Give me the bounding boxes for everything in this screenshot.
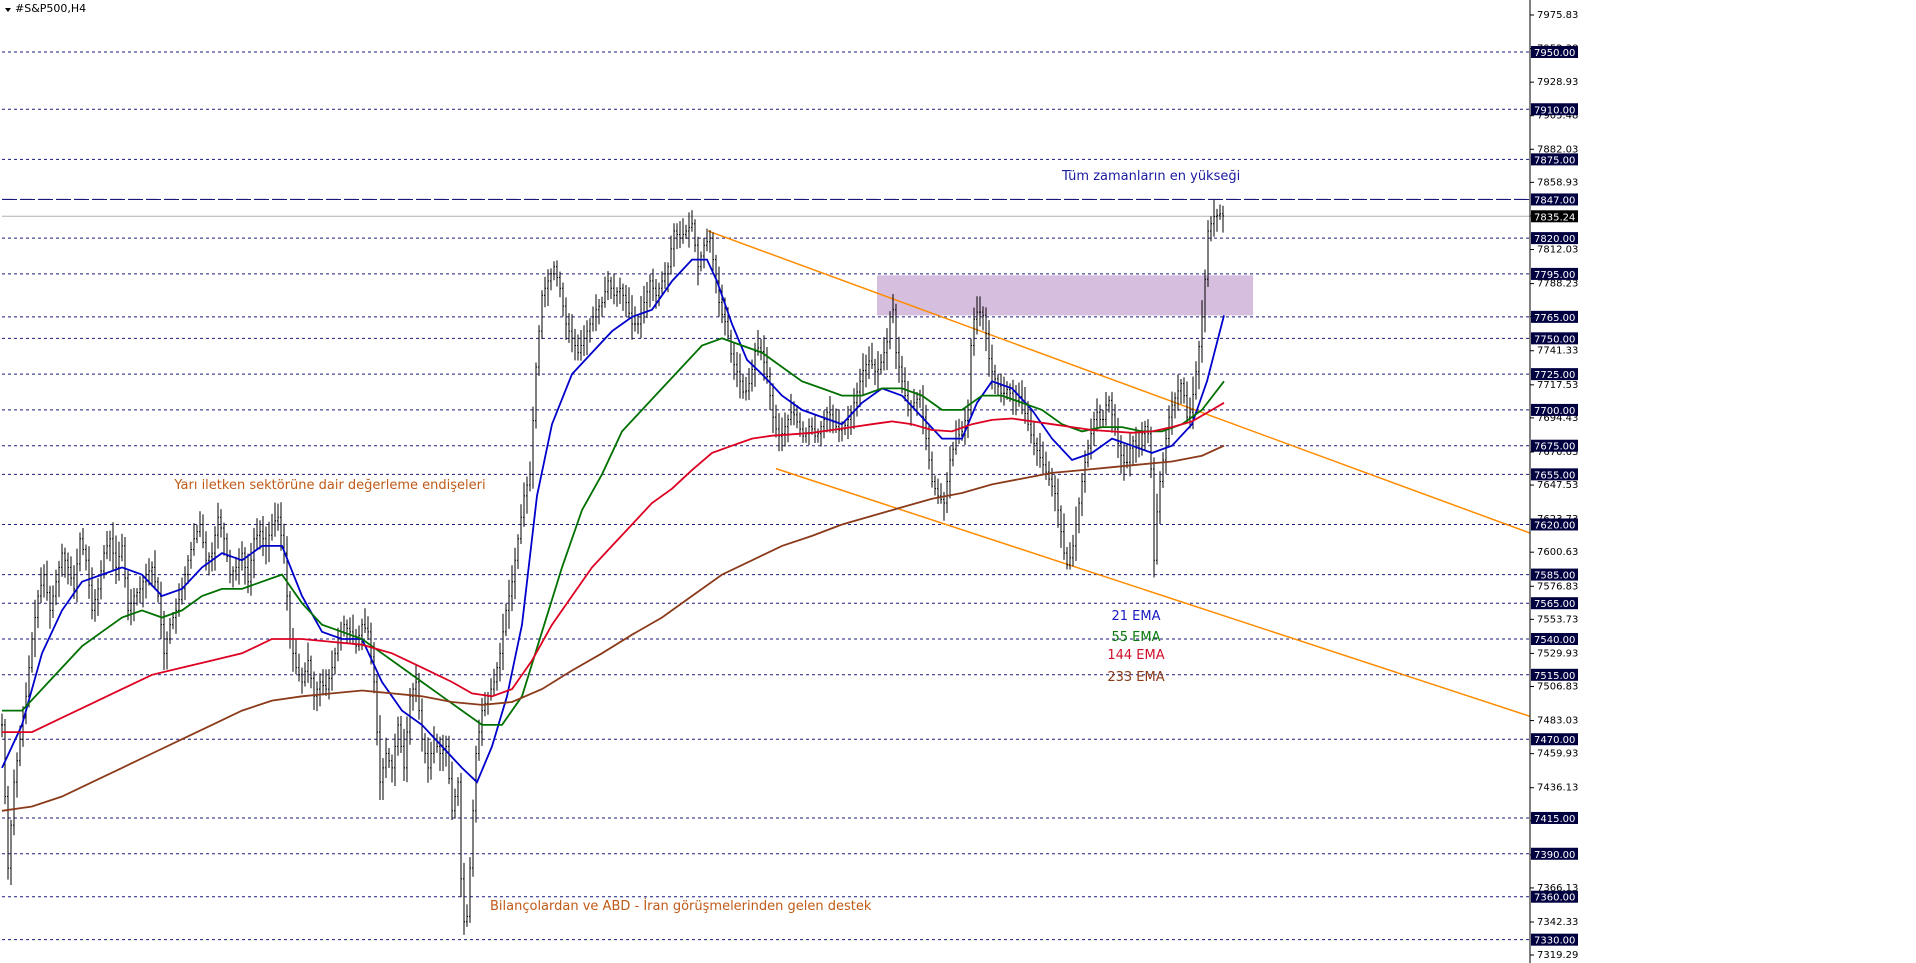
resistance-zone	[877, 275, 1253, 316]
level-price-label: 7765.00	[1534, 313, 1575, 324]
y-tick-label: 7858.93	[1537, 177, 1578, 188]
y-tick-label: 7975.83	[1537, 10, 1578, 21]
level-price-label: 7750.00	[1534, 334, 1575, 345]
ath-annotation: Tüm zamanların en yükseği	[1061, 169, 1240, 184]
y-tick-label: 7928.93	[1537, 77, 1578, 88]
level-price-label: 7565.00	[1534, 599, 1575, 610]
level-price-label: 7415.00	[1534, 814, 1575, 825]
level-price-label: 7675.00	[1534, 442, 1575, 453]
legend-ema-233: 233 EMA	[1107, 670, 1164, 685]
support-annotation: Bilançolardan ve ABD - İran görüşmelerin…	[490, 898, 872, 914]
legend-ema-21: 21 EMA	[1112, 609, 1161, 624]
level-price-label: 7585.00	[1534, 571, 1575, 582]
y-tick-label: 7342.33	[1537, 917, 1578, 928]
symbol-title: #S&P500,H4	[15, 2, 86, 15]
y-tick-label: 7717.53	[1537, 380, 1578, 391]
level-price-label: 7910.00	[1534, 105, 1575, 116]
level-price-label: 7470.00	[1534, 735, 1575, 746]
y-tick-label: 7647.53	[1537, 480, 1578, 491]
level-price-label: 7875.00	[1534, 155, 1575, 166]
y-tick-label: 7529.93	[1537, 648, 1578, 659]
y-tick-label: 7576.83	[1537, 581, 1578, 592]
y-tick-label: 7600.63	[1537, 547, 1578, 558]
level-price-label: 7655.00	[1534, 470, 1575, 481]
legend-ema-144: 144 EMA	[1107, 648, 1164, 663]
y-tick-label: 7812.03	[1537, 245, 1578, 256]
semis-annotation: Yarı iletken sektörüne dair değerleme en…	[173, 478, 485, 493]
level-price-label: 7390.00	[1534, 850, 1575, 861]
chart-title: #S&P500,H4	[5, 2, 86, 15]
y-tick-label: 7506.83	[1537, 681, 1578, 692]
resistance-zone-box	[877, 275, 1253, 316]
level-price-label: 7820.00	[1534, 234, 1575, 245]
level-price-label: 7700.00	[1534, 406, 1575, 417]
price-axis: 7975.837952.387928.937905.487882.037858.…	[1529, 0, 1578, 963]
level-price-label: 7847.00	[1534, 195, 1575, 206]
y-tick-label: 7741.33	[1537, 346, 1578, 357]
y-tick-label: 7483.03	[1537, 716, 1578, 727]
level-price-label: 7725.00	[1534, 370, 1575, 381]
price-chart[interactable]: 7975.837952.387928.937905.487882.037858.…	[0, 0, 1916, 963]
current-price-label: 7835.24	[1534, 212, 1575, 223]
y-tick-label: 7553.73	[1537, 614, 1578, 625]
y-tick-label: 7319.29	[1537, 950, 1578, 961]
legend-ema-55: 55 EMA	[1112, 630, 1161, 645]
y-tick-label: 7436.13	[1537, 783, 1578, 794]
level-price-label: 7795.00	[1534, 270, 1575, 281]
level-price-label: 7950.00	[1534, 48, 1575, 59]
y-tick-label: 7459.93	[1537, 749, 1578, 760]
level-price-label: 7540.00	[1534, 635, 1575, 646]
level-price-label: 7515.00	[1534, 671, 1575, 682]
level-price-label: 7330.00	[1534, 936, 1575, 947]
level-price-label: 7360.00	[1534, 893, 1575, 904]
level-price-label: 7620.00	[1534, 520, 1575, 531]
